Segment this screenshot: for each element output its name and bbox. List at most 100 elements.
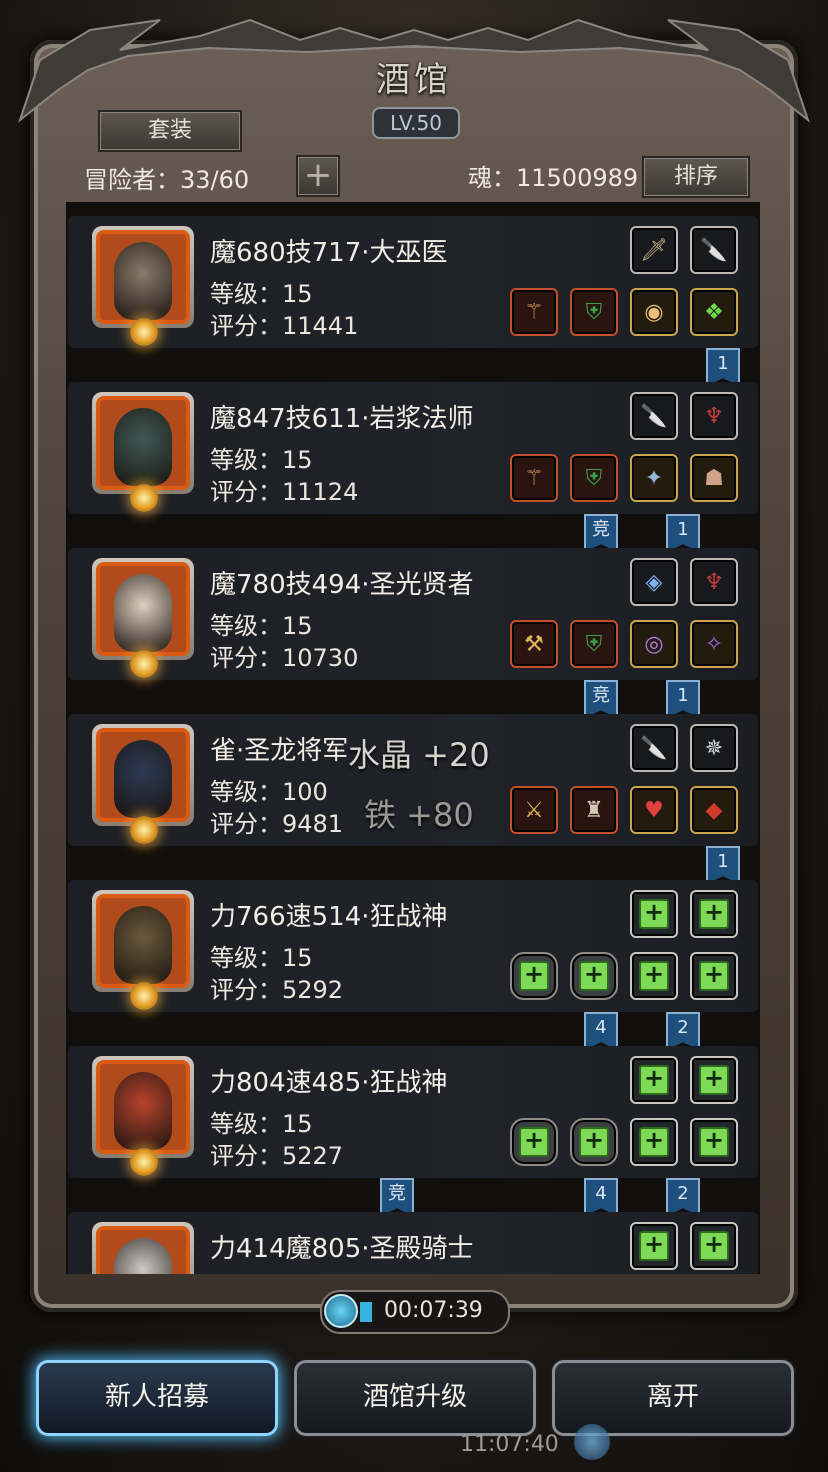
portrait-frame	[96, 894, 190, 988]
hero-name: 魔680技717·大巫医	[210, 238, 448, 268]
empty-equipment-slot[interactable]: +	[570, 1118, 618, 1166]
heart-amulet-icon: ♥	[644, 797, 664, 823]
hero-card[interactable]: 力414魔805·圣殿骑士等级： + +	[68, 1212, 758, 1274]
hero-card[interactable]: 魔780技494·圣光贤者 等级：15 评分：10730 ◈ ♆ ⚒ ⛨ ◎ ✧	[68, 548, 758, 680]
equipment-slot[interactable]: ⛨	[570, 288, 618, 336]
plus-icon: +	[639, 961, 669, 991]
equipment-slot[interactable]: 🔪	[630, 392, 678, 440]
empty-equipment-slot[interactable]: +	[690, 890, 738, 938]
armor-icon: ⛨	[585, 465, 603, 491]
equipment-slot[interactable]: 🗡	[630, 226, 678, 274]
empty-equipment-slot[interactable]: +	[510, 952, 558, 1000]
equipment-slot[interactable]: ◈	[630, 558, 678, 606]
hero-level: 等级：15	[210, 280, 313, 308]
equipment-slot[interactable]: ☗	[690, 454, 738, 502]
slot-count-ribbon: 1	[706, 846, 740, 884]
equipment-slot[interactable]: 🔪	[690, 226, 738, 274]
equipment-slot[interactable]: ⚒	[510, 620, 558, 668]
equipment-slot[interactable]: ♆	[690, 392, 738, 440]
hero-name: 力804速485·狂战神	[210, 1068, 448, 1098]
dagger-icon: 🗡	[640, 237, 668, 263]
empty-equipment-slot[interactable]: +	[630, 1222, 678, 1270]
orb-icon: ◎	[644, 631, 664, 657]
plus-icon: +	[639, 899, 669, 929]
hero-portrait[interactable]	[92, 1056, 194, 1176]
slot-count-ribbon: 2	[666, 1012, 700, 1050]
equipment-slot[interactable]: ⚚	[510, 454, 558, 502]
equipment-slot[interactable]: ◆	[690, 786, 738, 834]
game-clock: 11:07:40	[460, 1432, 559, 1457]
portrait-frame	[96, 396, 190, 490]
hero-avatar	[114, 1238, 172, 1274]
plus-icon: +	[699, 961, 729, 991]
hero-score: 评分：5292	[210, 976, 344, 1004]
plus-icon: +	[519, 961, 549, 991]
empty-equipment-slot[interactable]: +	[630, 952, 678, 1000]
rank-emblem-icon	[130, 484, 158, 512]
hero-level: 等级：15	[210, 446, 313, 474]
upgrade-tavern-button[interactable]: 酒馆升级	[294, 1360, 536, 1436]
equipment-slot[interactable]: ⚔	[510, 786, 558, 834]
hero-avatar	[114, 906, 172, 984]
hero-portrait[interactable]	[92, 724, 194, 844]
hero-name: 力414魔805·圣殿骑士	[210, 1234, 474, 1264]
hero-portrait[interactable]	[92, 392, 194, 512]
hero-portrait[interactable]	[92, 226, 194, 346]
equipment-slot[interactable]: ⛨	[570, 454, 618, 502]
portrait-frame	[96, 728, 190, 822]
empty-equipment-slot[interactable]: +	[630, 1056, 678, 1104]
sort-button[interactable]: 排序	[642, 156, 750, 198]
hero-portrait[interactable]	[92, 890, 194, 1010]
equipment-slot[interactable]: ♆	[690, 558, 738, 606]
floating-crystal-gain: 水晶 +20	[348, 736, 490, 774]
hero-card[interactable]: 力804速485·狂战神 等级：15 评分：5227 + + + + + +	[68, 1046, 758, 1178]
floating-iron-gain: 铁 +80	[364, 796, 474, 834]
plus-icon: +	[639, 1231, 669, 1261]
equipment-slot[interactable]: ✦	[630, 454, 678, 502]
rank-emblem-icon	[130, 650, 158, 678]
hero-portrait[interactable]	[92, 1222, 194, 1274]
hero-level: 等级：15	[210, 1110, 313, 1138]
equipment-slot[interactable]: ⛨	[570, 620, 618, 668]
empty-equipment-slot[interactable]: +	[690, 1118, 738, 1166]
empty-equipment-slot[interactable]: +	[630, 890, 678, 938]
empty-equipment-slot[interactable]: +	[690, 1222, 738, 1270]
equipment-slot[interactable]: ✵	[690, 724, 738, 772]
hero-avatar	[114, 1072, 172, 1150]
adventurer-count: 冒险者：33/60	[84, 166, 250, 194]
hero-score: 评分：9481	[210, 810, 344, 838]
portrait-frame	[96, 230, 190, 324]
empty-equipment-slot[interactable]: +	[630, 1118, 678, 1166]
equipment-slot[interactable]: ◉	[630, 288, 678, 336]
timer-progress	[360, 1302, 372, 1322]
equipment-slot[interactable]: ⚚	[510, 288, 558, 336]
suit-button[interactable]: 套装	[98, 110, 242, 152]
gem-icon: ◆	[705, 797, 723, 823]
horn-icon: ♆	[704, 569, 724, 595]
plus-icon: +	[699, 1127, 729, 1157]
equipment-slot[interactable]: 🔪	[630, 724, 678, 772]
equipment-slot[interactable]: ♥	[630, 786, 678, 834]
rank-emblem-icon	[130, 982, 158, 1010]
amulet-icon: ◉	[644, 299, 664, 325]
gem-icon	[574, 1424, 610, 1460]
equipment-slot[interactable]: ❖	[690, 288, 738, 336]
add-slot-button[interactable]: +	[296, 155, 340, 197]
empty-equipment-slot[interactable]: +	[570, 952, 618, 1000]
hero-card[interactable]: 魔680技717·大巫医 等级：15 评分：11441 🗡 🔪 ⚚ ⛨ ◉ ❖	[68, 216, 758, 348]
armor-icon: ⛨	[585, 299, 603, 325]
empty-equipment-slot[interactable]: +	[690, 1056, 738, 1104]
equipment-slot[interactable]: ♜	[570, 786, 618, 834]
hero-card[interactable]: 魔847技611·岩浆法师 等级：15 评分：11124 🔪 ♆ ⚚ ⛨ ✦ ☗	[68, 382, 758, 514]
refresh-timer: 00:07:39	[320, 1290, 510, 1334]
empty-equipment-slot[interactable]: +	[510, 1118, 558, 1166]
empty-equipment-slot[interactable]: +	[690, 952, 738, 1000]
armor-icon: ⛨	[585, 631, 603, 657]
hero-card[interactable]: 力766速514·狂战神 等级：15 评分：5292 + + + + + +	[68, 880, 758, 1012]
equipment-slot[interactable]: ✧	[690, 620, 738, 668]
hero-portrait[interactable]	[92, 558, 194, 678]
knife-icon: 🔪	[640, 403, 668, 429]
horn-icon: ♆	[704, 403, 724, 429]
recruit-button[interactable]: 新人招募	[36, 1360, 278, 1436]
equipment-slot[interactable]: ◎	[630, 620, 678, 668]
